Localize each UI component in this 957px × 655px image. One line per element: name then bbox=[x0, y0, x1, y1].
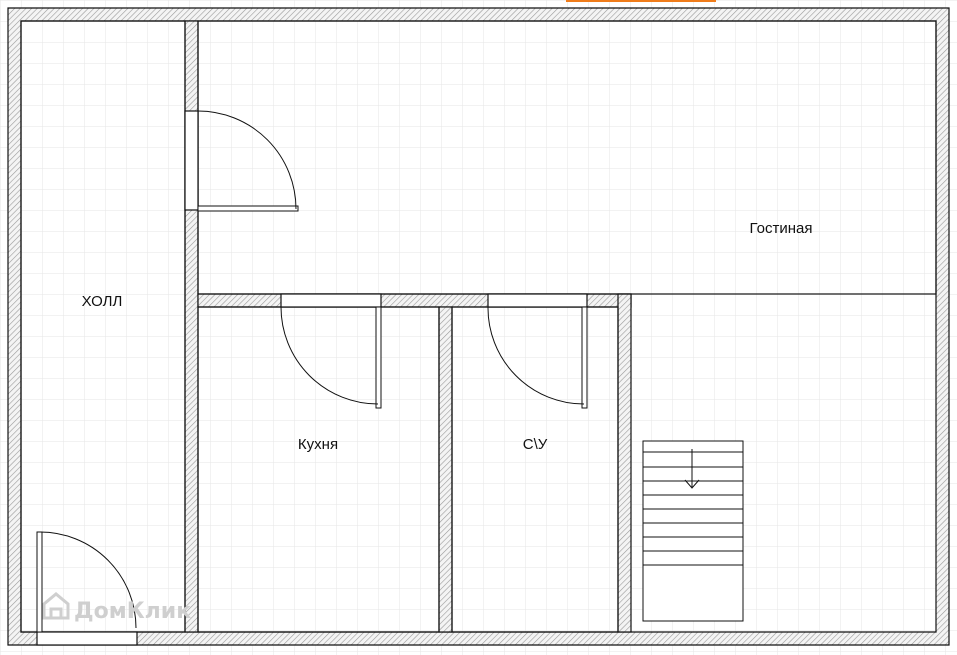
room-label-bathroom: С\У bbox=[523, 436, 548, 453]
kitchen-bathroom-wall bbox=[438, 306, 453, 633]
room-label-kitchen: Кухня bbox=[298, 436, 338, 453]
watermark-text: ДомКлик bbox=[74, 599, 191, 624]
background-grid bbox=[0, 0, 957, 655]
bathroom-living-wall bbox=[617, 293, 632, 633]
room-label-hall: ХОЛЛ bbox=[82, 293, 123, 310]
room-label-living: Гостиная bbox=[750, 220, 813, 237]
top-accent-bar bbox=[566, 0, 716, 2]
staircase bbox=[642, 440, 744, 622]
floor-plan: ДомКлик ХОЛЛ Гостиная Кухня С\У bbox=[0, 0, 957, 655]
